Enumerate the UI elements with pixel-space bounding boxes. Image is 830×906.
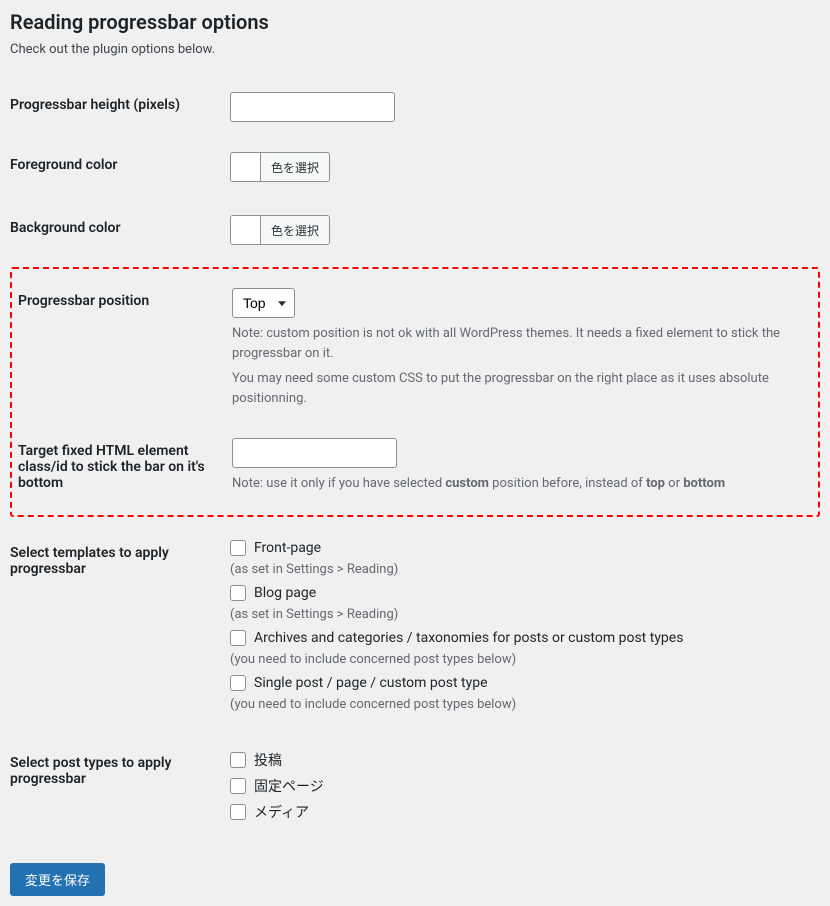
label-background: Background color	[10, 200, 230, 263]
page-title: Reading progressbar options	[10, 10, 820, 34]
save-button[interactable]: 変更を保存	[10, 863, 105, 896]
cb-archives[interactable]	[230, 630, 246, 646]
cb-post[interactable]	[230, 752, 246, 768]
cb-front-page-note: (as set in Settings > Reading)	[230, 562, 810, 577]
position-select[interactable]: Top	[232, 288, 295, 318]
cb-post-label: 投稿	[254, 750, 282, 770]
label-posttypes: Select post types to apply progressbar	[10, 735, 230, 843]
settings-form: Progressbar height (pixels) Foreground c…	[10, 77, 820, 263]
cb-single-label: Single post / page / custom post type	[254, 675, 488, 691]
label-templates: Select templates to apply progressbar	[10, 525, 230, 735]
position-note-1: Note: custom position is not ok with all…	[232, 324, 812, 363]
cb-archives-label: Archives and categories / taxonomies for…	[254, 630, 683, 646]
cb-page-label: 固定ページ	[254, 776, 324, 796]
cb-blog-page-note: (as set in Settings > Reading)	[230, 607, 810, 622]
cb-single[interactable]	[230, 675, 246, 691]
page-subtitle: Check out the plugin options below.	[10, 42, 820, 57]
label-height: Progressbar height (pixels)	[10, 77, 230, 137]
target-input[interactable]	[232, 438, 397, 468]
target-note: Note: use it only if you have selected c…	[232, 474, 812, 494]
cb-blog-page-label: Blog page	[254, 585, 316, 601]
foreground-color-button-label: 色を選択	[261, 153, 329, 181]
height-input[interactable]	[230, 92, 395, 122]
background-color-button-label: 色を選択	[261, 216, 329, 244]
background-color-picker[interactable]: 色を選択	[230, 215, 330, 245]
cb-single-note: (you need to include concerned post type…	[230, 697, 810, 712]
background-swatch	[231, 216, 261, 244]
cb-front-page[interactable]	[230, 540, 246, 556]
cb-blog-page[interactable]	[230, 585, 246, 601]
foreground-color-picker[interactable]: 色を選択	[230, 152, 330, 182]
cb-archives-note: (you need to include concerned post type…	[230, 652, 810, 667]
cb-media[interactable]	[230, 804, 246, 820]
cb-page[interactable]	[230, 778, 246, 794]
position-note-2: You may need some custom CSS to put the …	[232, 369, 812, 408]
label-position: Progressbar position	[12, 273, 232, 423]
cb-media-label: メディア	[254, 802, 309, 822]
label-target: Target fixed HTML element class/id to st…	[12, 423, 232, 511]
cb-front-page-label: Front-page	[254, 540, 321, 556]
highlight-region: Progressbar position Top Note: custom po…	[10, 267, 820, 517]
label-foreground: Foreground color	[10, 137, 230, 200]
foreground-swatch	[231, 153, 261, 181]
